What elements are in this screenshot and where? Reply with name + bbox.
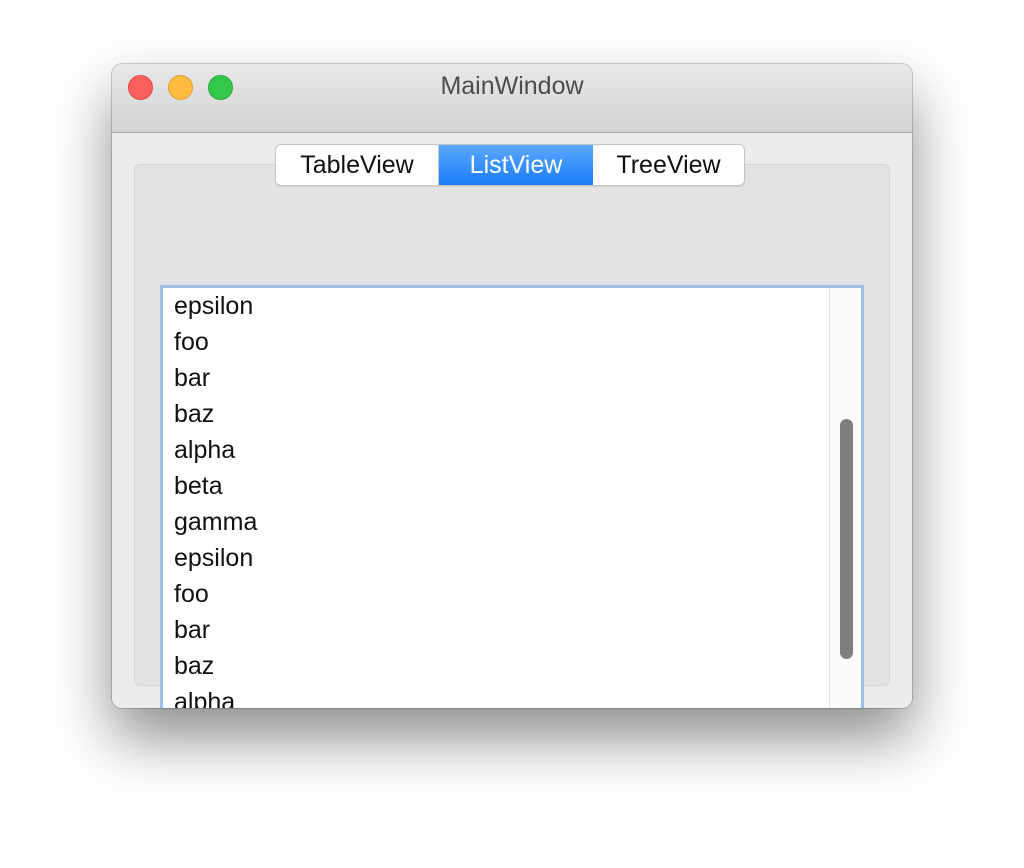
title-bar[interactable]: MainWindow xyxy=(112,64,912,133)
list-item[interactable]: beta xyxy=(163,468,829,504)
list-item[interactable]: epsilon xyxy=(163,540,829,576)
list-item[interactable]: bar xyxy=(163,360,829,396)
list-item[interactable]: gamma xyxy=(163,504,829,540)
list-view[interactable]: epsilon foo bar baz alpha beta gamma eps… xyxy=(160,285,864,708)
vertical-scrollbar[interactable] xyxy=(829,288,861,708)
tab-tableview[interactable]: TableView xyxy=(276,145,439,185)
list-item[interactable]: baz xyxy=(163,396,829,432)
window-content: TableView ListView TreeView epsilon foo … xyxy=(112,133,912,708)
list-item[interactable]: foo xyxy=(163,324,829,360)
main-window: MainWindow TableView ListView TreeView e… xyxy=(112,64,912,708)
list-item[interactable]: alpha xyxy=(163,684,829,708)
list-item[interactable]: alpha xyxy=(163,432,829,468)
tab-listview[interactable]: ListView xyxy=(439,145,593,185)
scrollbar-thumb[interactable] xyxy=(840,419,853,659)
tab-bar: TableView ListView TreeView xyxy=(275,144,745,186)
list-item[interactable]: epsilon xyxy=(163,288,829,324)
list-item[interactable]: bar xyxy=(163,612,829,648)
tab-treeview[interactable]: TreeView xyxy=(593,145,744,185)
list-items: epsilon foo bar baz alpha beta gamma eps… xyxy=(163,288,829,708)
list-item[interactable]: foo xyxy=(163,576,829,612)
window-title: MainWindow xyxy=(440,72,584,100)
list-item[interactable]: baz xyxy=(163,648,829,684)
